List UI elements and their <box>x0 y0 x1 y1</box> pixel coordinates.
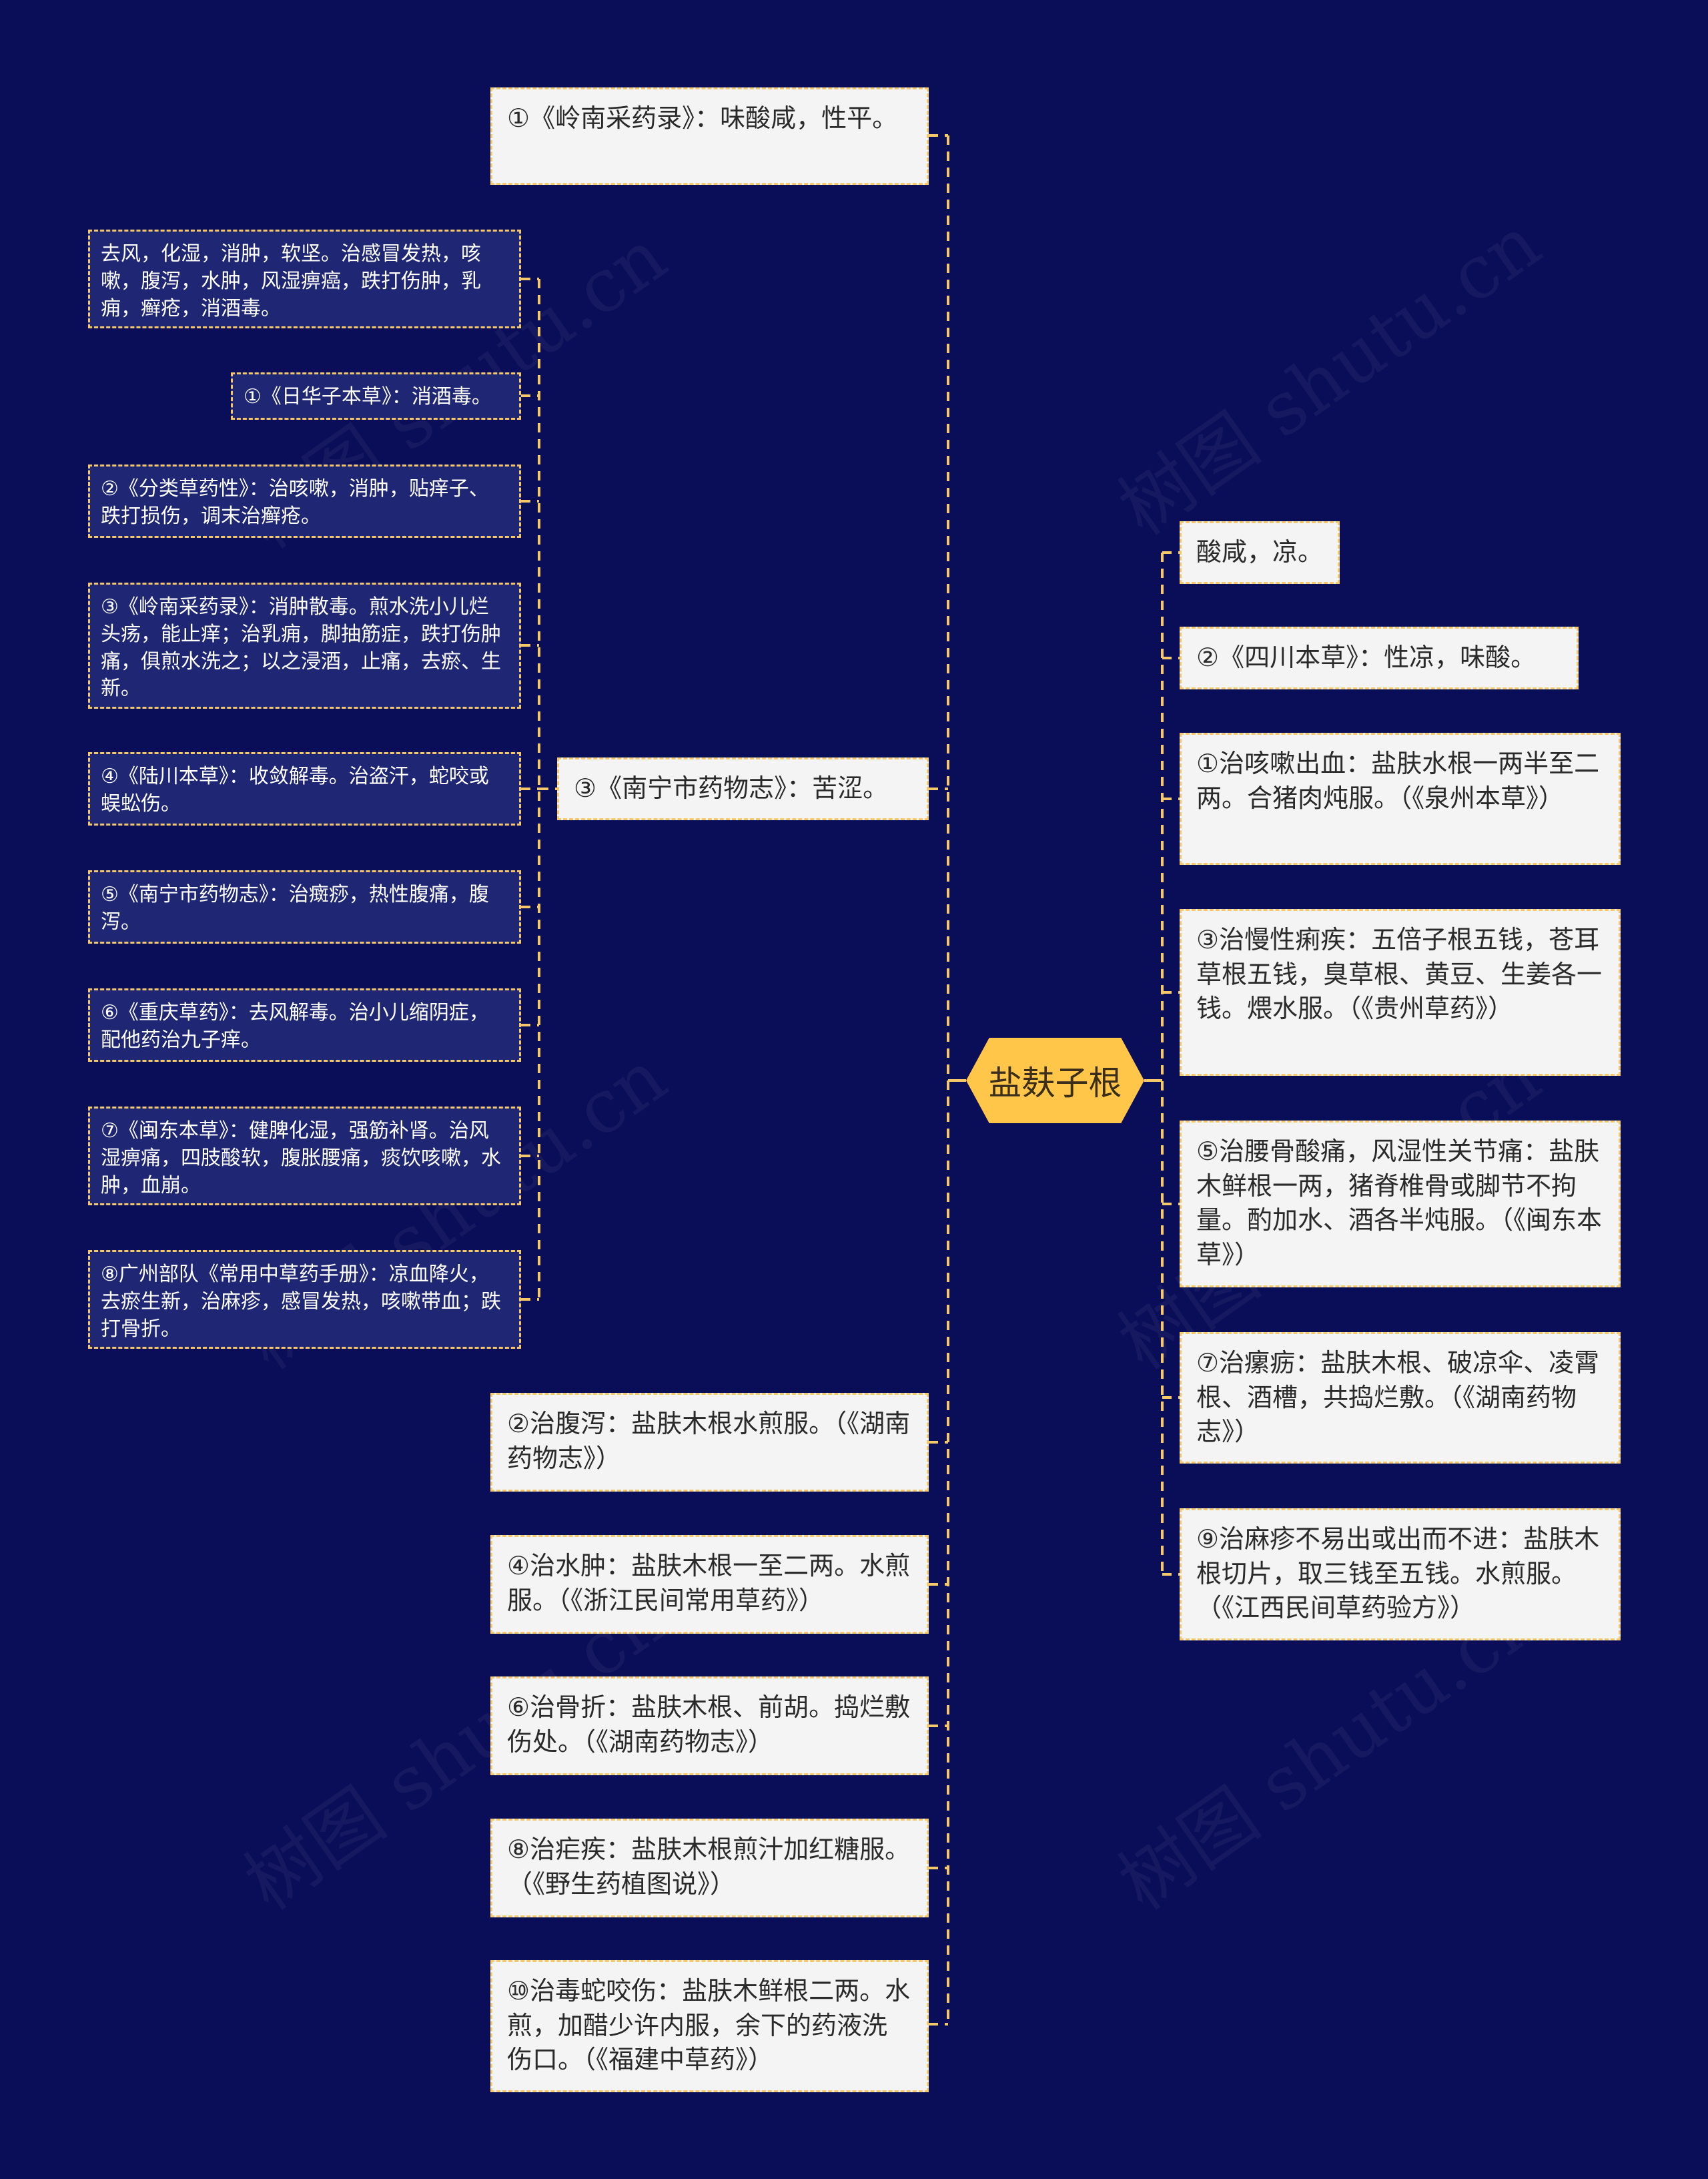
mid-node[interactable]: ③《南宁市药物志》：苦涩。 <box>557 757 929 820</box>
node-text: 酸咸，凉。 <box>1196 537 1324 567</box>
root-title: 盐麸子根 <box>988 1064 1122 1103</box>
right-node[interactable]: ③治慢性痢疾：五倍子根五钱，苍耳草根五钱，臭草根、黄豆、生姜各一钱。煨水服。（《… <box>1180 909 1621 1076</box>
node-text: ⑦《闽东本草》：健脾化湿，强筋补肾。治风湿痹痛，四肢酸软，腹胀腰痛，痰饮咳嗽，水… <box>101 1119 501 1197</box>
node-text: ②《四川本草》：性凉，味酸。 <box>1196 643 1537 672</box>
node-text: ①《岭南采药录》：味酸咸，性平。 <box>507 103 898 133</box>
right-node[interactable]: ①治咳嗽出血：盐肤水根一两半至二两。合猪肉炖服。（《泉州本草》） <box>1180 733 1621 865</box>
right-node[interactable]: 酸咸，凉。 <box>1180 521 1340 584</box>
node-text: ②《分类草药性》：治咳嗽，消肿，贴痒子、跌打损伤，调末治癣疮。 <box>101 477 489 528</box>
node-text: ⑤《南宁市药物志》：治癍痧，热性腹痛，腹泻。 <box>101 883 489 934</box>
leaf-node[interactable]: ⑧广州部队《常用中草药手册》：凉血降火，去瘀生新，治麻疹，感冒发热，咳嗽带血；跌… <box>88 1250 521 1349</box>
node-text: ⑧广州部队《常用中草药手册》：凉血降火，去瘀生新，治麻疹，感冒发热，咳嗽带血；跌… <box>101 1263 501 1341</box>
node-text: ⑦治瘰疬：盐肤木根、破凉伞、凌霄根、酒槽，共捣烂敷。（《湖南药物志》） <box>1196 1348 1600 1447</box>
right-node[interactable]: ⑨治麻疹不易出或出而不进：盐肤木根切片，取三钱至五钱。水煎服。（《江西民间草药验… <box>1180 1508 1621 1640</box>
node-text: ⑥《重庆草药》：去风解毒。治小儿缩阴症，配他药治九子痒。 <box>101 1001 489 1052</box>
mid-node[interactable]: ⑥治骨折：盐肤木根、前胡。捣烂敷伤处。（《湖南药物志》） <box>490 1676 929 1775</box>
node-text: ⑥治骨折：盐肤木根、前胡。捣烂敷伤处。（《湖南药物志》） <box>507 1692 911 1757</box>
mind-map-canvas: 树图 shutu.cn 树图 shutu.cn 树图 shutu.cn 树图 s… <box>0 0 1708 2179</box>
mid-node[interactable]: ④治水肿：盐肤木根一至二两。水煎服。（《浙江民间常用草药》） <box>490 1535 929 1634</box>
node-text: ④治水肿：盐肤木根一至二两。水煎服。（《浙江民间常用草药》） <box>507 1551 911 1615</box>
node-text: ④《陆川本草》：收敛解毒。治盗汗，蛇咬或蜈蚣伤。 <box>101 765 489 816</box>
node-text: ②治腹泻：盐肤木根水煎服。（《湖南药物志》） <box>507 1409 911 1473</box>
leaf-node[interactable]: ⑥《重庆草药》：去风解毒。治小儿缩阴症，配他药治九子痒。 <box>88 988 521 1062</box>
node-text: ③治慢性痢疾：五倍子根五钱，苍耳草根五钱，臭草根、黄豆、生姜各一钱。煨水服。（《… <box>1196 925 1603 1024</box>
node-text: ③《南宁市药物志》：苦涩。 <box>574 773 889 803</box>
node-text: ⑧治疟疾：盐肤木根煎汁加红糖服。（《野生药植图说》） <box>507 1835 911 1899</box>
leaf-node[interactable]: ④《陆川本草》：收敛解毒。治盗汗，蛇咬或蜈蚣伤。 <box>88 752 521 826</box>
right-node[interactable]: ⑦治瘰疬：盐肤木根、破凉伞、凌霄根、酒槽，共捣烂敷。（《湖南药物志》） <box>1180 1332 1621 1464</box>
leaf-node[interactable]: ①《日华子本草》：消酒毒。 <box>231 372 521 420</box>
mid-node[interactable]: ⑩治毒蛇咬伤：盐肤木鲜根二两。水煎，加醋少许内服，余下的药液洗伤口。（《福建中草… <box>490 1960 929 2092</box>
root-node[interactable]: 盐麸子根 <box>966 1038 1144 1123</box>
mid-node[interactable]: ⑧治疟疾：盐肤木根煎汁加红糖服。（《野生药植图说》） <box>490 1819 929 1917</box>
node-text: ①《日华子本草》：消酒毒。 <box>244 385 492 408</box>
node-text: ⑤治腰骨酸痛，风湿性关节痛：盐肤木鲜根一两，猪脊椎骨或脚节不拘量。酌加水、酒各半… <box>1196 1137 1603 1270</box>
leaf-node[interactable]: ②《分类草药性》：治咳嗽，消肿，贴痒子、跌打损伤，调末治癣疮。 <box>88 464 521 538</box>
node-text: ①治咳嗽出血：盐肤水根一两半至二两。合猪肉炖服。（《泉州本草》） <box>1196 749 1600 813</box>
right-node[interactable]: ②《四川本草》：性凉，味酸。 <box>1180 627 1579 689</box>
right-node[interactable]: ⑤治腰骨酸痛，风湿性关节痛：盐肤木鲜根一两，猪脊椎骨或脚节不拘量。酌加水、酒各半… <box>1180 1121 1621 1287</box>
leaf-node[interactable]: ③《岭南采药录》：消肿散毒。煎水洗小儿烂头疡，能止痒；治乳痈，脚抽筋症，跌打伤肿… <box>88 583 521 709</box>
node-text: 去风，化湿，消肿，软坚。治感冒发热，咳嗽，腹泻，水肿，风湿痹癌，跌打伤肿，乳痈，… <box>101 242 481 320</box>
leaf-node[interactable]: 去风，化湿，消肿，软坚。治感冒发热，咳嗽，腹泻，水肿，风湿痹癌，跌打伤肿，乳痈，… <box>88 230 521 328</box>
node-text: ③《岭南采药录》：消肿散毒。煎水洗小儿烂头疡，能止痒；治乳痈，脚抽筋症，跌打伤肿… <box>101 595 501 701</box>
leaf-node[interactable]: ⑦《闽东本草》：健脾化湿，强筋补肾。治风湿痹痛，四肢酸软，腹胀腰痛，痰饮咳嗽，水… <box>88 1107 521 1205</box>
node-text: ⑩治毒蛇咬伤：盐肤木鲜根二两。水煎，加醋少许内服，余下的药液洗伤口。（《福建中草… <box>507 1976 911 2075</box>
mid-node[interactable]: ②治腹泻：盐肤木根水煎服。（《湖南药物志》） <box>490 1393 929 1492</box>
leaf-node[interactable]: ⑤《南宁市药物志》：治癍痧，热性腹痛，腹泻。 <box>88 870 521 944</box>
mid-node[interactable]: ①《岭南采药录》：味酸咸，性平。 <box>490 87 929 185</box>
node-text: ⑨治麻疹不易出或出而不进：盐肤木根切片，取三钱至五钱。水煎服。（《江西民间草药验… <box>1196 1524 1600 1623</box>
